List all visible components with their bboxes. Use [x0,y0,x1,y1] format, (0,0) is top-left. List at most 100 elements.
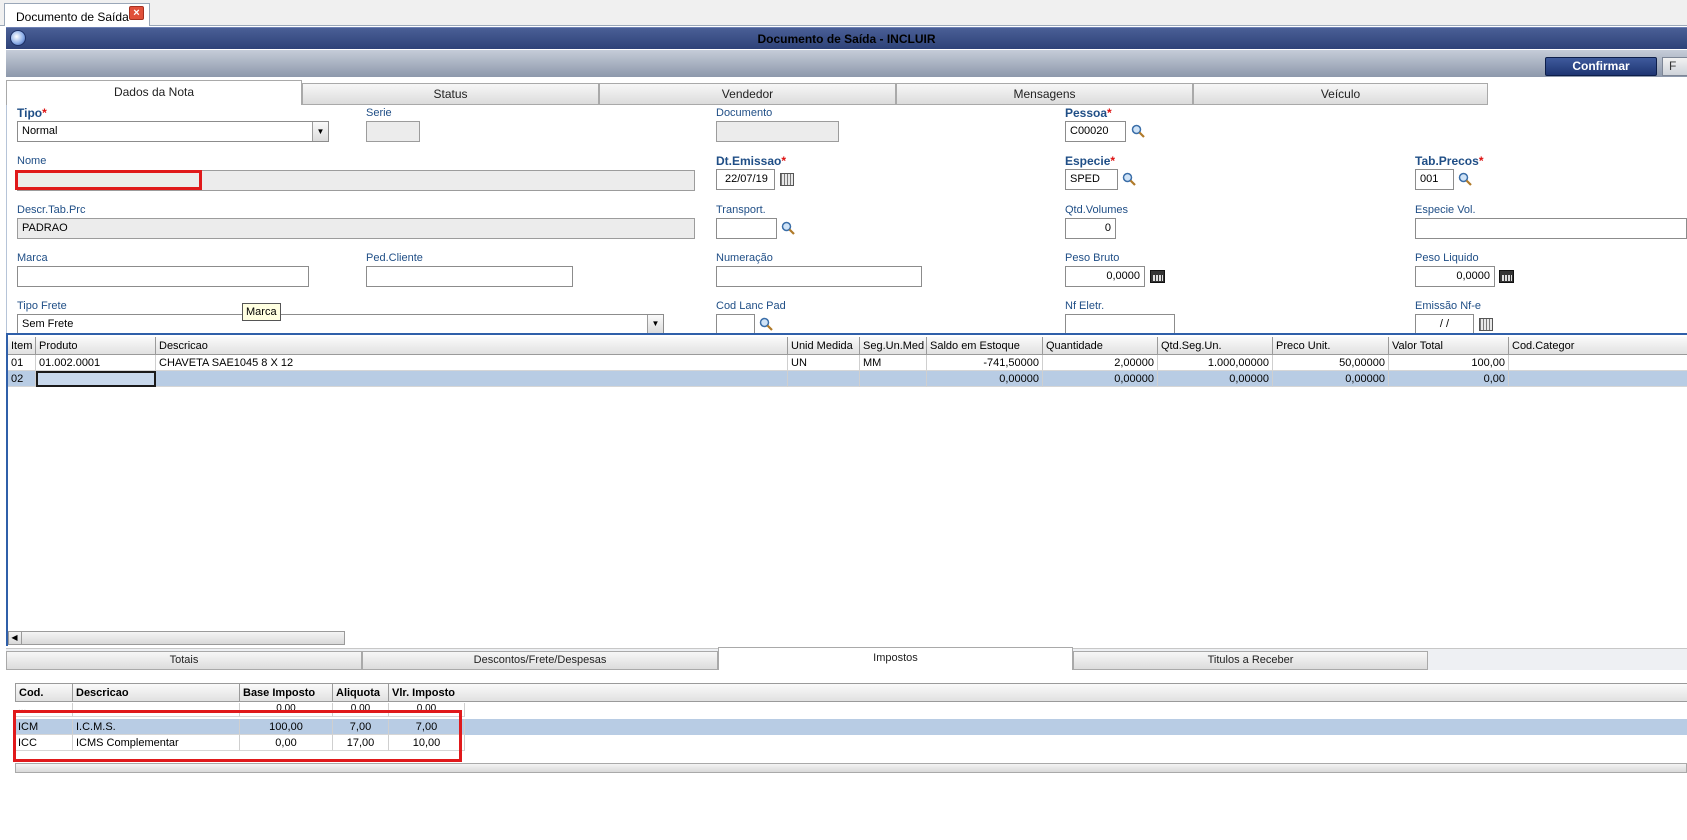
tipo-frete-label: Tipo Frete [17,300,67,312]
search-icon[interactable] [759,317,773,331]
chevron-down-icon[interactable]: ▼ [647,315,663,333]
tab-impostos[interactable]: Impostos [718,647,1073,670]
table-cell[interactable] [788,371,860,387]
table-cell[interactable]: 0,00000 [927,371,1043,387]
nf-eletr-label: Nf Eletr. [1065,300,1105,312]
next-button[interactable]: F [1662,57,1687,76]
dt-emissao-field[interactable]: 22/07/19 [716,169,775,190]
tab-precos-field[interactable]: 001 [1415,169,1454,190]
tab-dados-da-nota[interactable]: Dados da Nota [6,80,302,106]
tax-header-vlr-imposto[interactable]: Vlr. Imposto [389,683,1687,702]
cod-lanc-pad-field[interactable] [716,314,755,334]
pessoa-field[interactable]: C00020 [1065,121,1126,142]
search-icon[interactable] [1131,124,1145,138]
qtd-volumes-field[interactable]: 0 [1065,218,1116,239]
marca-field[interactable] [17,266,309,287]
table-cell[interactable] [156,371,788,387]
grid-header-quantidade[interactable]: Quantidade [1043,337,1158,355]
peso-liquido-label: Peso Liquido [1415,252,1479,264]
table-cell[interactable]: -741,50000 [927,355,1043,371]
nf-eletr-field[interactable] [1065,314,1175,334]
horizontal-scrollbar[interactable] [8,631,345,645]
toolbar [6,50,1687,77]
especie-field[interactable]: SPED [1065,169,1118,190]
grid-header-unid-medida[interactable]: Unid Medida [788,337,860,355]
grid-header-qtd-seg-un[interactable]: Qtd.Seg.Un. [1158,337,1273,355]
table-cell[interactable] [1509,355,1687,371]
numeracao-field[interactable] [716,266,922,287]
highlight-box-taxes [13,710,462,762]
table-cell[interactable]: 01 [8,355,36,371]
chevron-down-icon[interactable]: ▼ [312,122,328,141]
documento-label: Documento [716,107,773,119]
grid-header-preco-unit[interactable]: Preco Unit. [1273,337,1389,355]
tipo-select[interactable]: Normal [17,121,329,142]
table-cell[interactable]: 0,00 [1389,371,1509,387]
serie-field[interactable] [366,121,420,142]
grid-header-saldo-estoque[interactable]: Saldo em Estoque [927,337,1043,355]
status-bar [0,776,1687,840]
cod-lanc-pad-label: Cod Lanc Pad [716,300,786,312]
tipo-label: Tipo* [17,106,47,120]
tax-header-cod[interactable]: Cod. [15,683,73,702]
outer-tab-label: Documento de Saída [16,10,129,24]
table-cell[interactable]: CHAVETA SAE1045 8 X 12 [156,355,788,371]
table-cell[interactable]: 01.002.0001 [36,355,156,371]
confirm-button[interactable]: Confirmar [1545,57,1657,76]
calendar-icon[interactable] [780,173,794,186]
table-cell[interactable]: 0,00000 [1043,371,1158,387]
table-cell[interactable]: UN [788,355,860,371]
table-cell-active[interactable] [36,371,156,387]
emissao-nfe-label: Emissão Nf-e [1415,300,1482,312]
table-cell[interactable]: 100,00 [1389,355,1509,371]
horizontal-scrollbar[interactable] [15,763,1687,773]
tab-status[interactable]: Status [302,83,599,105]
table-cell[interactable]: 02 [8,371,36,387]
calculator-icon[interactable] [1499,270,1514,283]
peso-bruto-field[interactable]: 0,0000 [1065,266,1145,287]
tax-header-descricao[interactable]: Descricao [73,683,240,702]
pessoa-label: Pessoa* [1065,106,1112,120]
table-cell[interactable]: 1.000,00000 [1158,355,1273,371]
emissao-nfe-field[interactable]: / / [1415,314,1474,334]
window-titlebar: Documento de Saída - INCLUIR [6,27,1687,49]
search-icon[interactable] [781,221,795,235]
table-cell[interactable] [1509,371,1687,387]
table-cell[interactable]: MM [860,355,927,371]
table-cell[interactable]: 0,00000 [1158,371,1273,387]
grid-header-descricao[interactable]: Descricao [156,337,788,355]
close-icon[interactable]: × [129,6,144,20]
tab-veiculo[interactable]: Veículo [1193,83,1488,105]
especie-vol-field[interactable] [1415,218,1687,239]
search-icon[interactable] [1122,172,1136,186]
tab-totais[interactable]: Totais [6,651,362,670]
table-cell[interactable]: 50,00000 [1273,355,1389,371]
table-cell[interactable]: 0,00000 [1273,371,1389,387]
calculator-icon[interactable] [1150,270,1165,283]
grid-header-cod-categor[interactable]: Cod.Categor [1509,337,1687,355]
tab-titulos-a-receber[interactable]: Titulos a Receber [1073,651,1428,670]
grid-header-item[interactable]: Item [8,337,36,355]
grid-header-valor-total[interactable]: Valor Total [1389,337,1509,355]
tipo-frete-select[interactable]: Sem Frete [17,314,664,334]
descr-tab-prc-field[interactable]: PADRAO [17,218,695,239]
tab-mensagens[interactable]: Mensagens [896,83,1193,105]
tab-descontos-frete-despesas[interactable]: Descontos/Frete/Despesas [362,651,718,670]
peso-bruto-label: Peso Bruto [1065,252,1120,264]
tab-precos-label: Tab.Precos* [1415,154,1484,168]
tab-vendedor[interactable]: Vendedor [599,83,896,105]
grid-header-seg-un-med[interactable]: Seg.Un.Med [860,337,927,355]
table-cell[interactable] [860,371,927,387]
scroll-left-icon[interactable]: ◀ [8,631,22,645]
search-icon[interactable] [1458,172,1472,186]
calendar-icon[interactable] [1479,318,1493,331]
ped-cliente-field[interactable] [366,266,573,287]
transport-field[interactable] [716,218,777,239]
tax-header-aliquota[interactable]: Aliquota [333,683,389,702]
tax-header-base-imposto[interactable]: Base Imposto [240,683,333,702]
grid-header-produto[interactable]: Produto [36,337,156,355]
documento-field[interactable] [716,121,839,142]
descr-tab-prc-label: Descr.Tab.Prc [17,204,86,216]
table-cell[interactable]: 2,00000 [1043,355,1158,371]
peso-liquido-field[interactable]: 0,0000 [1415,266,1495,287]
